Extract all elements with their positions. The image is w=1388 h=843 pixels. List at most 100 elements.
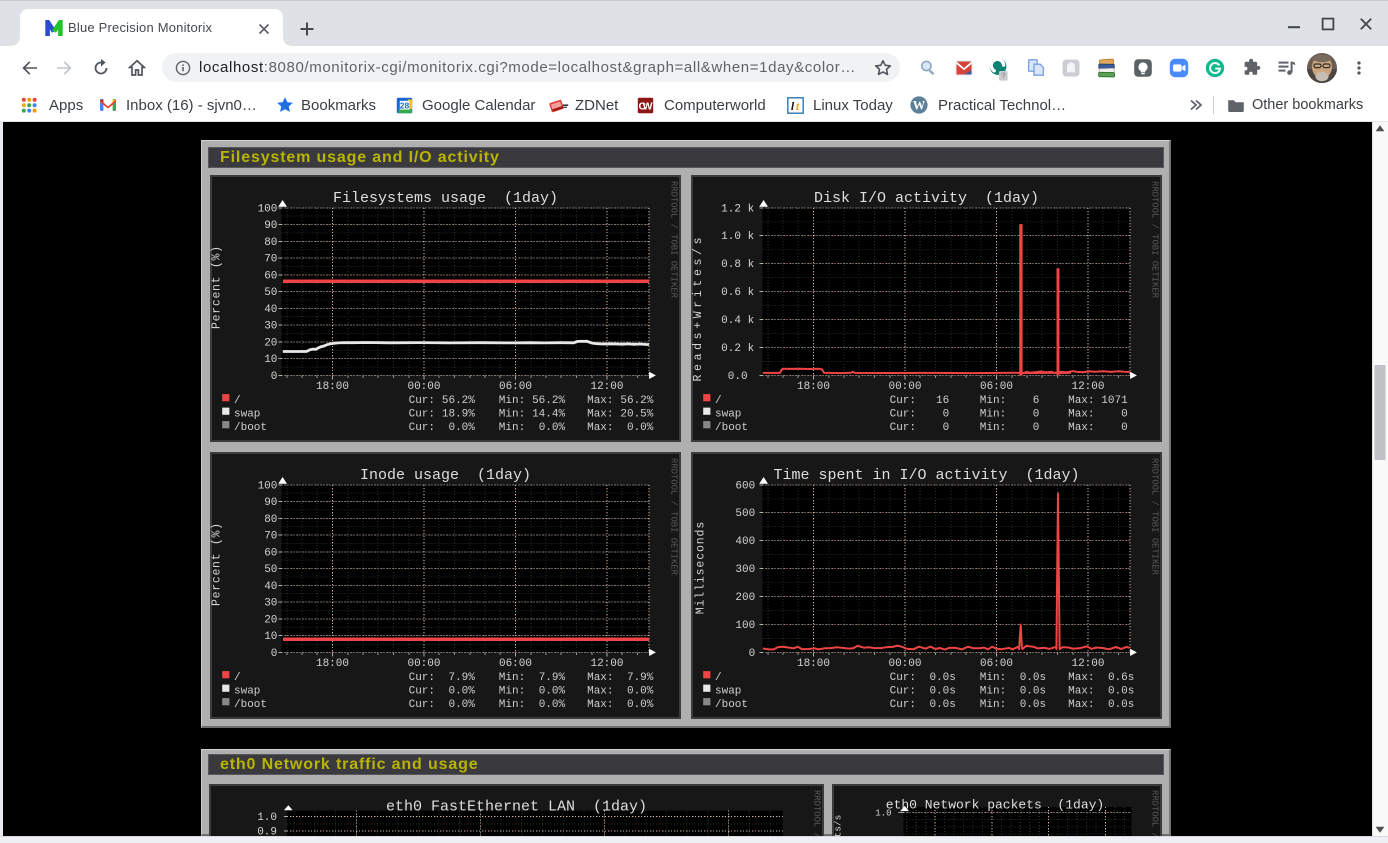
svg-text:50: 50 [264, 564, 277, 576]
svg-text:swap: swap [234, 408, 260, 420]
svg-text:20: 20 [264, 337, 277, 349]
svg-text:0.0%: 0.0% [448, 422, 475, 434]
svg-text:18:00: 18:00 [316, 658, 349, 670]
svg-text:RRDTOOL / TOBI OETIKER: RRDTOOL / TOBI OETIKER [1150, 458, 1160, 576]
svg-text:/boot: /boot [715, 422, 748, 434]
svg-text:Cur:: Cur: [890, 422, 916, 434]
svg-text:0.0%: 0.0% [539, 685, 566, 697]
svg-text:0: 0 [943, 422, 950, 434]
svg-text:Cur:: Cur: [409, 408, 435, 420]
svg-text:40: 40 [264, 581, 277, 593]
svg-text:W: W [913, 98, 926, 112]
svg-text:Min:: Min: [499, 699, 525, 711]
svg-text:10: 10 [264, 631, 277, 643]
svg-text:0.0%: 0.0% [627, 422, 654, 434]
svg-text:Cur:: Cur: [890, 395, 916, 407]
svg-text:Max:: Max: [587, 408, 613, 420]
svg-text:7.9%: 7.9% [539, 672, 566, 684]
svg-text:60: 60 [264, 547, 277, 559]
svg-text:0.6s: 0.6s [1108, 672, 1134, 684]
svg-text:Filesystems usage (1day): Filesystems usage (1day) [333, 190, 558, 207]
svg-text:Cur:: Cur: [409, 672, 435, 684]
svg-text:Max:: Max: [587, 395, 613, 407]
svg-text:18:00: 18:00 [797, 381, 830, 393]
svg-text:0.4 k: 0.4 k [721, 315, 754, 327]
svg-text:100: 100 [258, 203, 278, 215]
svg-text:0.0s: 0.0s [929, 672, 955, 684]
svg-text:Min:: Min: [980, 408, 1006, 420]
svg-text:0: 0 [1033, 408, 1040, 420]
svg-text:06:00: 06:00 [499, 381, 532, 393]
svg-text:Max:: Max: [1068, 672, 1094, 684]
svg-text:0.0s: 0.0s [929, 685, 955, 697]
svg-text:0.2 k: 0.2 k [721, 343, 754, 355]
svg-text:7.9%: 7.9% [448, 672, 475, 684]
svg-text:0.0s: 0.0s [929, 699, 955, 711]
svg-text:Min:: Min: [499, 422, 525, 434]
svg-text:18:00: 18:00 [797, 658, 830, 670]
svg-text:0.0%: 0.0% [627, 685, 654, 697]
svg-text:/boot: /boot [234, 422, 267, 434]
svg-text:/: / [234, 395, 241, 407]
svg-text:RRDTOOL / TOBI OETIKER: RRDTOOL / TOBI OETIKER [669, 458, 679, 576]
svg-text:30: 30 [264, 321, 277, 333]
svg-text:Min:: Min: [980, 672, 1006, 684]
svg-text:1.0: 1.0 [875, 809, 891, 819]
svg-text:0.0%: 0.0% [539, 422, 566, 434]
svg-text:40: 40 [264, 304, 277, 316]
svg-text:0.0s: 0.0s [1020, 685, 1046, 697]
svg-text:56.2%: 56.2% [532, 395, 565, 407]
svg-text:1071: 1071 [1101, 395, 1128, 407]
svg-text:0.0s: 0.0s [1020, 699, 1046, 711]
svg-text:0.0%: 0.0% [448, 685, 475, 697]
svg-text:12:00: 12:00 [590, 381, 623, 393]
svg-text:0: 0 [271, 371, 278, 383]
svg-text:Percent (%): Percent (%) [210, 523, 223, 606]
svg-text:0.0: 0.0 [728, 371, 754, 383]
svg-text:RRDTOOL / TOBI OETIKER: RRDTOOL / TOBI OETIKER [1150, 790, 1160, 836]
svg-text:0.0s: 0.0s [1108, 699, 1134, 711]
svg-text:00:00: 00:00 [888, 381, 921, 393]
svg-text:0.9: 0.9 [257, 827, 277, 837]
svg-text:100: 100 [735, 620, 755, 632]
svg-text:0: 0 [749, 648, 756, 660]
svg-text:16: 16 [936, 395, 949, 407]
svg-text:swap: swap [715, 685, 741, 697]
svg-text:/boot: /boot [234, 699, 267, 711]
svg-text:300: 300 [735, 564, 755, 576]
svg-text:06:00: 06:00 [980, 381, 1013, 393]
svg-text:6: 6 [1033, 395, 1040, 407]
svg-text:Max:: Max: [587, 685, 613, 697]
svg-text:12:00: 12:00 [590, 658, 623, 670]
svg-text:0: 0 [271, 648, 278, 660]
svg-text:0.0%: 0.0% [448, 699, 475, 711]
svg-text:28: 28 [400, 100, 410, 110]
svg-text:18:00: 18:00 [316, 381, 349, 393]
svg-text:Milliseconds: Milliseconds [695, 522, 708, 615]
svg-text:600: 600 [735, 480, 755, 492]
svg-text:eth0 Network packets (1day): eth0 Network packets (1day) [886, 798, 1104, 813]
svg-text:0.0s: 0.0s [1108, 685, 1134, 697]
svg-text:0.8 k: 0.8 k [721, 259, 754, 271]
svg-text:Min:: Min: [980, 395, 1006, 407]
svg-text:Max:: Max: [1068, 699, 1094, 711]
svg-text:90: 90 [264, 220, 277, 232]
svg-text:56.2%: 56.2% [620, 395, 653, 407]
svg-text:7.9%: 7.9% [627, 672, 654, 684]
svg-text:Time spent in I/O activity (1: Time spent in I/O activity (1day) [773, 467, 1079, 484]
svg-text:06:00: 06:00 [499, 658, 532, 670]
svg-text:Max:: Max: [587, 422, 613, 434]
svg-text:00:00: 00:00 [407, 381, 440, 393]
svg-text:Cur:: Cur: [409, 699, 435, 711]
svg-text:12:00: 12:00 [1071, 381, 1104, 393]
svg-text:00:00: 00:00 [407, 658, 440, 670]
svg-text:swap: swap [234, 685, 260, 697]
svg-text:0.0%: 0.0% [539, 699, 566, 711]
svg-text:06:00: 06:00 [980, 658, 1013, 670]
svg-text:0.0%: 0.0% [627, 699, 654, 711]
svg-text:14.4%: 14.4% [532, 408, 565, 420]
svg-text:70: 70 [264, 254, 277, 266]
svg-text:/: / [715, 395, 722, 407]
svg-text:0.0s: 0.0s [1020, 672, 1046, 684]
svg-text:400: 400 [735, 536, 755, 548]
